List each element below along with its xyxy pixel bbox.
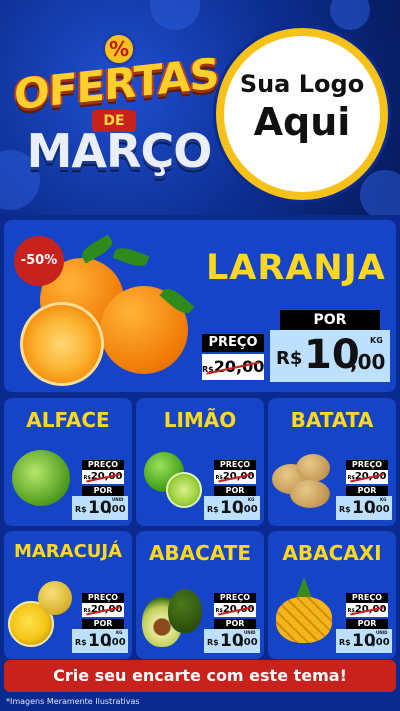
old-price-box: R$20,00	[346, 470, 388, 484]
disclaimer-text: *Imagens Meramente Ilustrativas	[6, 697, 140, 706]
lime-slice-image	[166, 472, 202, 508]
discount-badge: -50%	[14, 236, 64, 286]
old-price-box: R$20,00	[202, 354, 264, 380]
leaf-icon	[78, 234, 116, 264]
new-currency: R$	[75, 638, 87, 647]
por-label: POR	[214, 486, 256, 496]
preco-label: PREÇO	[202, 334, 264, 352]
unit-label: KG	[380, 497, 387, 502]
unit-label: KG	[370, 336, 383, 345]
preco-label: PREÇO	[82, 593, 124, 603]
new-price-box: R$ 10 ,00 UNID	[336, 629, 392, 653]
create-flyer-button[interactable]: Crie seu encarte com este tema!	[4, 660, 396, 692]
orange-half-image	[20, 302, 104, 386]
old-price-box: R$20,00	[346, 603, 388, 617]
new-price-dec: ,00	[372, 504, 390, 515]
product-name: ABACAXI	[282, 541, 382, 565]
logo-placeholder: Sua Logo Aqui	[216, 28, 388, 200]
new-currency: R$	[339, 505, 351, 514]
new-price-box: R$ 10 ,00 KG	[336, 496, 392, 520]
product-name: BATATA	[290, 408, 374, 432]
potato-image-2	[296, 454, 330, 482]
product-card-limao: LIMÃO PREÇO R$20,00 POR R$ 10 ,00 KG	[136, 398, 264, 526]
new-currency: R$	[207, 505, 219, 514]
featured-offer-card: -50% LARANJA PREÇO R$20,00 POR R$ 10 ,00…	[4, 220, 396, 392]
new-price-dec: ,00	[108, 504, 126, 515]
por-label: POR	[346, 619, 388, 629]
new-price-box: R$ 10 ,00 KG	[204, 496, 260, 520]
unit-label: UNID	[376, 630, 388, 635]
old-price-box: R$20,00	[214, 470, 256, 484]
avocado-image-2	[168, 589, 202, 633]
old-price-box: R$20,00	[82, 603, 124, 617]
product-name: LIMÃO	[163, 408, 237, 432]
product-card-batata: BATATA PREÇO R$20,00 POR R$ 10 ,00 KG	[268, 398, 396, 526]
title-marco: MARÇO	[26, 124, 213, 178]
new-price-box: R$ 10 ,00 UNID	[204, 629, 260, 653]
new-price-dec: ,00	[240, 504, 258, 515]
logo-line2: Aqui	[253, 100, 351, 144]
old-price-box: R$20,00	[214, 603, 256, 617]
product-card-alface: ALFACE PREÇO R$20,00 POR R$ 10 ,00 UNID	[4, 398, 132, 526]
new-currency: R$	[276, 348, 303, 369]
unit-label: KG	[248, 497, 255, 502]
preco-label: PREÇO	[82, 460, 124, 470]
product-card-abacaxi: ABACAXI PREÇO R$20,00 POR R$ 10 ,00 UNID	[268, 531, 396, 659]
por-label: POR	[82, 486, 124, 496]
preco-label: PREÇO	[214, 460, 256, 470]
new-price-box: R$ 10 ,00 KG	[72, 629, 128, 653]
new-price-dec: ,00	[108, 637, 126, 648]
product-name: MARACUJÁ	[13, 541, 123, 562]
preco-label: PREÇO	[346, 460, 388, 470]
unit-label: UNID	[112, 497, 124, 502]
new-currency: R$	[339, 638, 351, 647]
por-label: POR	[214, 619, 256, 629]
title-ofertas: OFERTAS	[14, 48, 219, 120]
product-name: ABACATE	[148, 541, 252, 565]
por-label: POR	[82, 619, 124, 629]
unit-label: KG	[116, 630, 123, 635]
new-price-dec: ,00	[372, 637, 390, 648]
new-price-box: R$ 10 ,00 KG	[270, 330, 390, 382]
product-card-abacate: ABACATE PREÇO R$20,00 POR R$ 10 ,00 UNID	[136, 531, 264, 659]
new-currency: R$	[207, 638, 219, 647]
product-name: ALFACE	[26, 408, 110, 432]
por-label: POR	[346, 486, 388, 496]
lettuce-image	[12, 450, 70, 506]
header-banner: % OFERTAS DE MARÇO Sua Logo Aqui	[0, 0, 400, 215]
pineapple-image	[276, 597, 332, 643]
leaf-icon-2	[112, 244, 150, 270]
old-price-box: R$20,00	[82, 470, 124, 484]
new-price-dec: ,00	[350, 350, 386, 374]
new-price-box: R$ 10 ,00 UNID	[72, 496, 128, 520]
featured-product-name: LARANJA	[206, 248, 386, 288]
unit-label: UNID	[244, 630, 256, 635]
passion-fruit-image-2	[38, 581, 72, 615]
logo-line1: Sua Logo	[239, 70, 365, 98]
campaign-title: % OFERTAS DE MARÇO	[14, 18, 219, 208]
new-currency: R$	[75, 505, 87, 514]
potato-image-3	[290, 480, 330, 508]
preco-label: PREÇO	[214, 593, 256, 603]
por-label: POR	[280, 310, 380, 330]
preco-label: PREÇO	[346, 593, 388, 603]
new-price-dec: ,00	[240, 637, 258, 648]
product-card-maracuja: MARACUJÁ PREÇO R$20,00 POR R$ 10 ,00 KG	[4, 531, 132, 659]
